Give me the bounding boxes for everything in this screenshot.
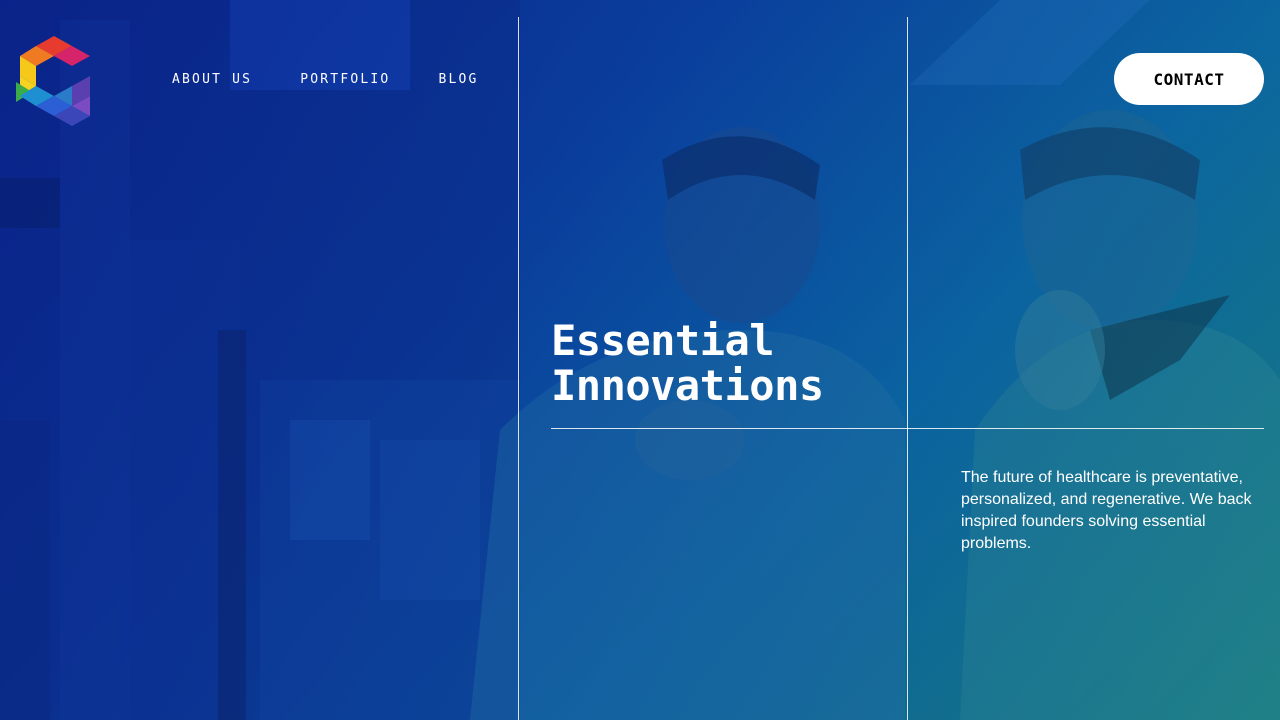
headline-line-1: Essential xyxy=(551,316,775,365)
nav-item-blog[interactable]: BLOG xyxy=(438,72,478,87)
contact-button[interactable]: CONTACT xyxy=(1114,53,1264,105)
grid-line-horizontal xyxy=(551,428,1264,429)
hexagon-c-logo-icon[interactable] xyxy=(14,34,94,126)
hero-headline: Essential Innovations xyxy=(551,318,891,408)
headline-line-2: Innovations xyxy=(551,361,824,410)
hero-description: The future of healthcare is preventative… xyxy=(961,469,1252,552)
grid-line-vertical-right xyxy=(907,17,908,720)
grid-line-vertical-left xyxy=(518,17,519,720)
nav-item-portfolio[interactable]: PORTFOLIO xyxy=(300,72,390,87)
main-nav: ABOUT US PORTFOLIO BLOG xyxy=(172,72,479,87)
hero-section: ABOUT US PORTFOLIO BLOG CONTACT Essentia… xyxy=(0,0,1280,720)
nav-item-about-us[interactable]: ABOUT US xyxy=(172,72,252,87)
